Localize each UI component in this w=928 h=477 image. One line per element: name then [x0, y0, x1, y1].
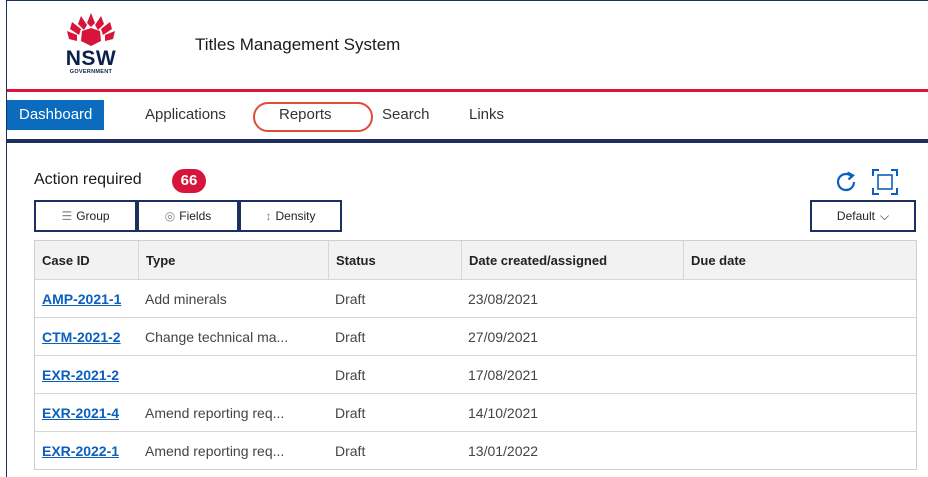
group-label: Group — [76, 209, 110, 223]
chevron-down-icon: ⌵ — [879, 208, 890, 223]
column-header-status[interactable]: Status — [328, 241, 461, 279]
app-title: Titles Management System — [195, 35, 401, 54]
tab-links[interactable]: Links — [457, 100, 516, 130]
case-id-link[interactable]: EXR-2021-2 — [35, 356, 138, 393]
column-header-due-date[interactable]: Due date — [683, 241, 918, 279]
table-row[interactable]: EXR-2021-4 Amend reporting req... Draft … — [35, 393, 916, 431]
case-status: Draft — [335, 328, 366, 345]
logo-subtext: GOVERNMENT — [69, 69, 113, 75]
case-type: Amend reporting req... — [145, 442, 285, 459]
case-due-date — [683, 432, 918, 469]
nsw-logo[interactable]: NSW GOVERNMENT — [55, 11, 127, 79]
table-row[interactable]: AMP-2021-1 Add minerals Draft 23/08/2021 — [35, 279, 916, 317]
case-status: Draft — [335, 290, 366, 307]
action-count-badge: 66 — [172, 169, 206, 193]
tab-search[interactable]: Search — [370, 100, 442, 130]
tab-applications[interactable]: Applications — [133, 100, 238, 130]
view-select[interactable]: Default ⌵ — [810, 200, 916, 232]
cases-table: Case ID Type Status Date created/assigne… — [34, 240, 917, 470]
case-due-date — [683, 280, 918, 317]
case-status: Draft — [335, 366, 366, 383]
column-header-case-id[interactable]: Case ID — [35, 241, 138, 279]
column-header-type[interactable]: Type — [138, 241, 328, 279]
group-icon: ☰ — [61, 209, 73, 223]
table-row[interactable]: CTM-2021-2 Change technical ma... Draft … — [35, 317, 916, 355]
density-icon: ↕ — [265, 209, 272, 223]
case-date: 27/09/2021 — [468, 328, 539, 345]
view-select-label: Default — [836, 209, 875, 223]
case-due-date — [683, 394, 918, 431]
group-button[interactable]: ☰ Group — [34, 200, 137, 232]
logo-wordmark: NSW — [65, 47, 117, 70]
tab-dashboard[interactable]: Dashboard — [7, 100, 105, 130]
case-date: 14/10/2021 — [468, 404, 539, 421]
fields-label: Fields — [179, 209, 212, 223]
refresh-icon[interactable] — [833, 169, 859, 195]
case-due-date — [683, 356, 918, 393]
waratah-icon — [67, 13, 115, 46]
case-id-link[interactable]: CTM-2021-2 — [35, 318, 138, 355]
column-header-date[interactable]: Date created/assigned — [461, 241, 683, 279]
table-row[interactable]: EXR-2021-2 Draft 17/08/2021 — [35, 355, 916, 393]
case-date: 13/01/2022 — [468, 442, 539, 459]
main-nav: Dashboard Applications Reports Search Li… — [7, 100, 928, 130]
app-header: NSW GOVERNMENT Titles Management System — [7, 1, 928, 89]
case-status: Draft — [335, 442, 366, 459]
section-title: Action required — [34, 171, 142, 188]
fields-button[interactable]: ◎ Fields — [137, 200, 239, 232]
case-type: Add minerals — [145, 290, 227, 307]
nav-divider — [7, 139, 928, 143]
app-frame: NSW GOVERNMENT Titles Management System … — [6, 0, 928, 477]
case-id-link[interactable]: AMP-2021-1 — [35, 280, 138, 317]
case-type: Amend reporting req... — [145, 404, 285, 421]
table-row[interactable]: EXR-2022-1 Amend reporting req... Draft … — [35, 431, 916, 469]
density-button[interactable]: ↕ Density — [239, 200, 342, 232]
case-id-link[interactable]: EXR-2021-4 — [35, 394, 138, 431]
eye-off-icon: ◎ — [164, 209, 176, 223]
density-label: Density — [275, 209, 316, 223]
table-header-row: Case ID Type Status Date created/assigne… — [35, 241, 916, 279]
reports-highlight-annotation — [253, 102, 373, 132]
case-date: 17/08/2021 — [468, 366, 539, 383]
case-status: Draft — [335, 404, 366, 421]
case-date: 23/08/2021 — [468, 290, 539, 307]
header-divider — [7, 89, 928, 92]
case-id-link[interactable]: EXR-2022-1 — [35, 432, 138, 469]
case-type: Change technical ma... — [145, 328, 289, 345]
case-due-date — [683, 318, 918, 355]
case-type — [138, 356, 328, 393]
fullscreen-icon[interactable] — [871, 168, 899, 196]
